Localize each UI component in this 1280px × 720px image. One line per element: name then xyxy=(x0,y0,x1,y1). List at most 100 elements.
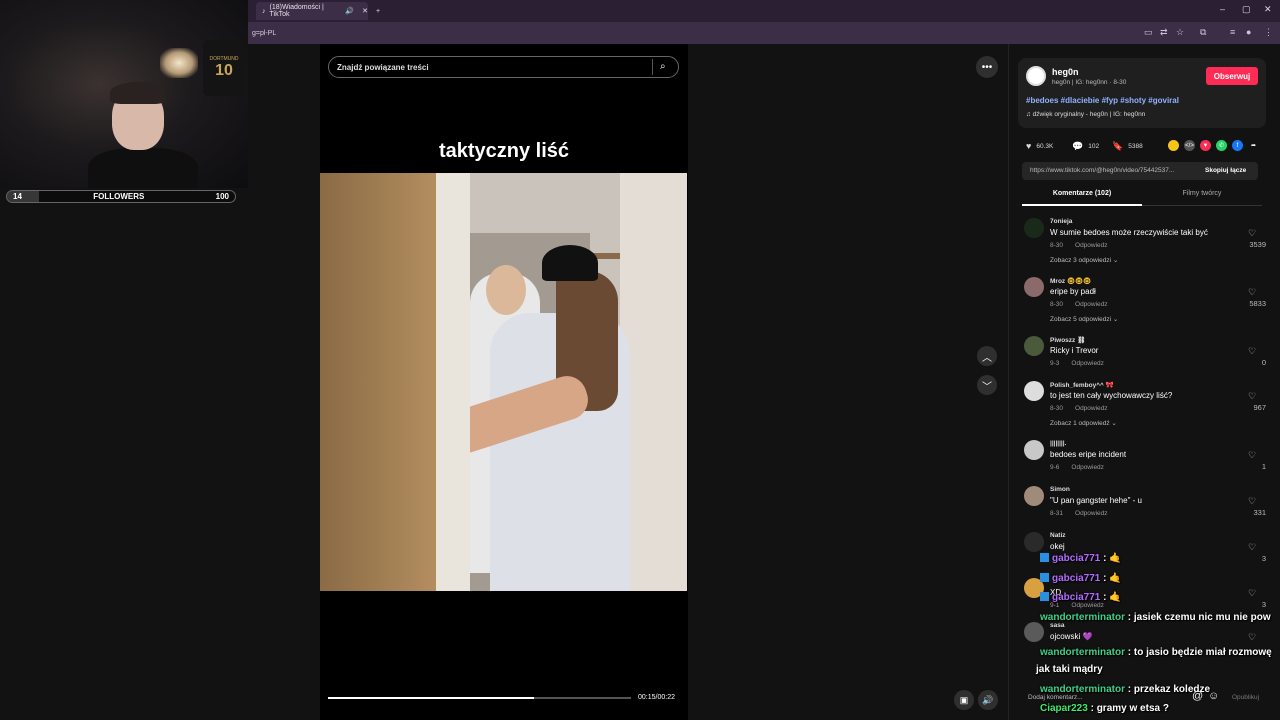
heart-icon[interactable]: ♡ xyxy=(1248,287,1256,298)
comment-username[interactable]: ||||||||. xyxy=(1050,440,1066,447)
comment-date: 9-3 xyxy=(1050,360,1060,367)
comment-avatar[interactable] xyxy=(1024,277,1044,297)
view-replies-button[interactable]: Zobacz 5 odpowiedzi ⌄ xyxy=(1050,315,1118,323)
related-search-input[interactable]: Znajdź powiązane treści xyxy=(328,56,679,78)
more-options-button[interactable]: ••• xyxy=(976,56,998,78)
tab-comments[interactable]: Komentarze (102) xyxy=(1022,190,1142,206)
heart-icon[interactable]: ♡ xyxy=(1248,228,1256,239)
reply-button[interactable]: Odpowiedz xyxy=(1071,464,1104,471)
chat-text: jasiek czemu nic mu nie pow xyxy=(1133,612,1271,623)
new-tab-button[interactable]: + xyxy=(376,2,380,20)
coin-icon[interactable] xyxy=(1168,140,1179,151)
profile-avatar[interactable]: ● xyxy=(1246,27,1251,37)
sound-link[interactable]: ♫ dźwięk oryginalny - heg0n | IG: heg0nn xyxy=(1026,111,1145,118)
tab-close-icon[interactable]: ✕ xyxy=(362,7,368,15)
author-avatar[interactable] xyxy=(1026,66,1046,86)
copy-link-button[interactable]: Skopiuj łącze xyxy=(1205,167,1246,174)
reply-button[interactable]: Odpowiedz xyxy=(1075,510,1108,517)
view-replies-button[interactable]: Zobacz 1 odpowiedź ⌄ xyxy=(1050,419,1117,427)
comment-avatar[interactable] xyxy=(1024,218,1044,238)
address-bar[interactable]: g=pl-PL xyxy=(248,22,1280,44)
heart-icon[interactable]: ♡ xyxy=(1248,542,1256,553)
comment-like-count: 967 xyxy=(1253,403,1266,412)
comment-text: okej xyxy=(1050,542,1065,551)
chat-username: wandorterminator xyxy=(1040,647,1126,658)
comment-icon: 💬 xyxy=(1072,141,1084,151)
embed-icon[interactable]: </> xyxy=(1184,140,1195,151)
chat-text: 🤙 xyxy=(1109,573,1122,584)
whatsapp-icon[interactable]: ✆ xyxy=(1216,140,1227,151)
comment-username[interactable]: Polish_femboy^^ 🎀 xyxy=(1050,381,1114,389)
extensions-icon[interactable]: ⧉ xyxy=(1200,27,1206,38)
chat-text: gramy w etsa ? xyxy=(1096,703,1169,714)
facebook-icon[interactable]: f xyxy=(1232,140,1243,151)
view-replies-button[interactable]: Zobacz 3 odpowiedzi ⌄ xyxy=(1050,256,1118,264)
heart-icon[interactable]: ♡ xyxy=(1248,632,1256,643)
share-arrow-icon[interactable]: ➦ xyxy=(1248,140,1259,151)
frame-wall xyxy=(320,173,440,591)
comment-avatar[interactable] xyxy=(1024,622,1044,642)
send-icon[interactable]: ▼ xyxy=(1200,140,1211,151)
comment-avatar[interactable] xyxy=(1024,486,1044,506)
comment-avatar[interactable] xyxy=(1024,532,1044,552)
comment-avatar[interactable] xyxy=(1024,336,1044,356)
heart-icon[interactable]: ♡ xyxy=(1248,346,1256,357)
comment-username[interactable]: Piwoszz ⛓ xyxy=(1050,336,1085,344)
browser-tab-tiktok[interactable]: ♪ (18)Wiadomości | TikTok 🔊 ✕ xyxy=(256,2,368,20)
heart-icon[interactable]: ♡ xyxy=(1248,450,1256,461)
media-icon[interactable]: ≡ xyxy=(1230,27,1235,37)
search-icon[interactable]: ⌕ xyxy=(660,61,666,72)
frame-cap xyxy=(542,245,598,281)
comment-username[interactable]: Natiz xyxy=(1050,532,1066,539)
comment-avatar[interactable] xyxy=(1024,381,1044,401)
followers-label: FOLLOWERS xyxy=(93,192,145,201)
install-icon[interactable]: ▭ xyxy=(1144,27,1153,38)
reply-button[interactable]: Odpowiedz xyxy=(1075,405,1108,412)
hashtags[interactable]: #bedoes #dlaciebie #fyp #shoty #goviral xyxy=(1026,96,1179,105)
reply-button[interactable]: Odpowiedz xyxy=(1075,301,1108,308)
add-comment-input[interactable]: Dodaj komentarz... xyxy=(1028,694,1083,701)
bookmark-star-icon[interactable]: ☆ xyxy=(1176,27,1184,38)
reply-button[interactable]: Odpowiedz xyxy=(1071,360,1104,367)
video-frame[interactable] xyxy=(320,173,687,591)
author-name[interactable]: heg0n xyxy=(1052,67,1079,77)
translate-icon[interactable]: ⇄ xyxy=(1160,27,1168,38)
comment-date: 8-30 xyxy=(1050,242,1064,249)
tab-creator-videos[interactable]: Filmy twórcy xyxy=(1142,190,1262,206)
previous-video-button[interactable]: ︿ xyxy=(977,346,997,366)
like-stat[interactable]: ♥ 60.3K xyxy=(1026,141,1053,151)
heart-icon[interactable]: ♡ xyxy=(1248,588,1256,599)
follow-button[interactable]: Obserwuj xyxy=(1206,67,1258,85)
sub-badge-icon xyxy=(1040,573,1049,582)
comment-username[interactable]: 7onieja xyxy=(1050,218,1072,225)
close-window-button[interactable]: ✕ xyxy=(1264,4,1272,15)
comment-username[interactable]: sasa xyxy=(1050,622,1064,629)
comment-avatar[interactable] xyxy=(1024,440,1044,460)
comment-stat[interactable]: 💬 102 xyxy=(1072,141,1099,152)
video-time: 00:15/00:22 xyxy=(638,694,675,701)
comment-meta: 8-31 Odpowiedz xyxy=(1050,510,1108,517)
video-progress-fill[interactable] xyxy=(328,697,535,699)
video-link-url[interactable]: https://www.tiktok.com/@heg0n/video/7544… xyxy=(1030,167,1174,174)
minimize-button[interactable]: – xyxy=(1220,4,1225,14)
heart-icon[interactable]: ♡ xyxy=(1248,496,1256,507)
publish-button[interactable]: Opublikuj xyxy=(1232,694,1259,701)
speaker-icon[interactable]: 🔊 xyxy=(345,7,354,15)
maximize-button[interactable]: ▢ xyxy=(1242,4,1251,15)
followers-current: 14 xyxy=(13,192,22,201)
reply-button[interactable]: Odpowiedz xyxy=(1075,242,1108,249)
volume-button[interactable]: 🔊 xyxy=(978,690,998,710)
save-stat[interactable]: 🔖 5388 xyxy=(1112,141,1143,152)
menu-dots-icon[interactable]: ⋮ xyxy=(1264,27,1273,38)
heart-icon[interactable]: ♡ xyxy=(1248,391,1256,402)
comment-username[interactable]: Mroz 🤓🤓🤓 xyxy=(1050,277,1091,285)
reply-button[interactable]: Odpowiedz xyxy=(1071,602,1104,609)
chat-message: Ciapar223 : gramy w etsa ? xyxy=(1040,703,1169,714)
emoji-icon[interactable]: ☺ xyxy=(1208,690,1219,702)
next-video-button[interactable]: ﹀ xyxy=(977,375,997,395)
mention-icon[interactable]: @ xyxy=(1192,690,1203,702)
bookmark-icon: 🔖 xyxy=(1112,141,1124,151)
pip-button[interactable]: ▣ xyxy=(954,690,974,710)
comment-username[interactable]: Simon xyxy=(1050,486,1070,493)
url-text[interactable]: g=pl-PL xyxy=(252,30,276,37)
